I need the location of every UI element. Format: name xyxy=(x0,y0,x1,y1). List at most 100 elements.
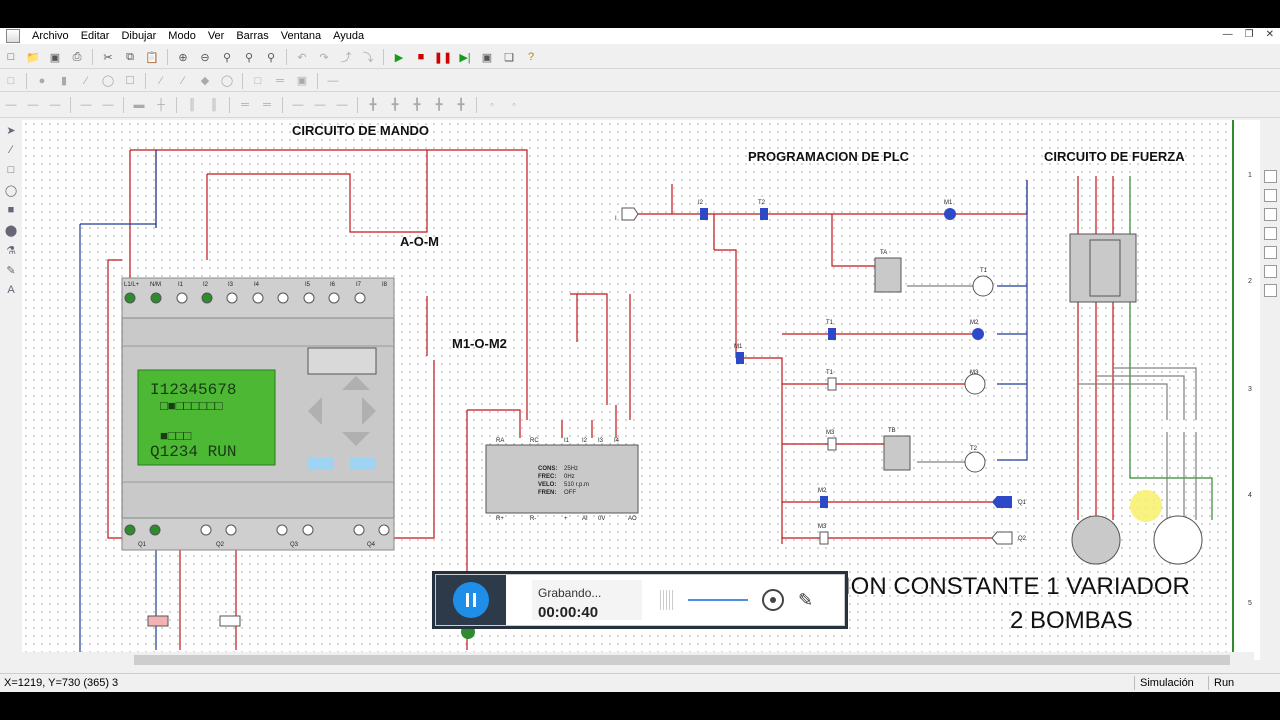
wire-v2-icon[interactable]: ║ xyxy=(204,96,224,114)
tool-block-icon[interactable]: □ xyxy=(248,72,268,90)
tool-fuse-icon[interactable]: ▮ xyxy=(54,72,74,90)
horizontal-scrollbar[interactable] xyxy=(22,652,1254,668)
panel-tool-icon[interactable] xyxy=(1263,170,1277,183)
motor-1-icon[interactable] xyxy=(1071,515,1121,565)
wire-bold-icon[interactable]: ▬ xyxy=(129,96,149,114)
tool-contact-icon[interactable]: ∕ xyxy=(151,72,171,90)
plc-module[interactable]: I12345678 □■□□□□□□ ■□□□ Q1234 RUN xyxy=(121,277,395,551)
copy-icon[interactable]: ⧉ xyxy=(120,48,140,66)
filled-ellipse-icon[interactable]: ⬤ xyxy=(4,224,18,240)
pause-recording-button[interactable] xyxy=(453,582,489,618)
power-circuit[interactable] xyxy=(1069,233,1203,565)
rect-tool-icon[interactable]: □ xyxy=(4,164,18,180)
play-icon[interactable]: ▶ xyxy=(389,48,409,66)
ladder-diagram[interactable]: I I2 T2 M1 TA T1 M1 T1 M2 T1 M3 M3 TB T2… xyxy=(615,200,1027,545)
wire-3-icon[interactable]: — xyxy=(45,96,65,114)
wire-h3-icon[interactable]: — xyxy=(288,96,308,114)
undo-icon[interactable]: ↶ xyxy=(292,48,312,66)
wire-h5-icon[interactable]: — xyxy=(332,96,352,114)
plc-input-terminal[interactable] xyxy=(150,292,162,304)
plc-input-terminal[interactable] xyxy=(201,292,213,304)
zoom-fit-icon[interactable]: ⚲ xyxy=(217,48,237,66)
window-icon[interactable]: ❑ xyxy=(499,48,519,66)
zoom-window-icon[interactable]: ⚲ xyxy=(239,48,259,66)
filled-rect-icon[interactable]: ■ xyxy=(4,204,18,220)
text-tool-icon[interactable]: A xyxy=(4,284,18,300)
plc-input-terminal[interactable] xyxy=(354,292,366,304)
save-icon[interactable]: ▣ xyxy=(45,48,65,66)
coil-k2m-icon[interactable] xyxy=(219,615,241,627)
coil-k1m-icon[interactable] xyxy=(147,615,169,627)
tool-line-icon[interactable]: — xyxy=(323,72,343,90)
open-icon[interactable]: 📁 xyxy=(23,48,43,66)
eyedropper-icon[interactable]: ✎ xyxy=(4,264,18,280)
minimize-icon[interactable]: — xyxy=(1223,29,1233,40)
menu-modo[interactable]: Modo xyxy=(162,30,202,42)
redo-icon[interactable]: ↷ xyxy=(314,48,334,66)
plc-output-terminal[interactable] xyxy=(225,524,237,536)
terminal-2-icon[interactable]: ◦ xyxy=(504,96,524,114)
terminal-1-icon[interactable]: ◦ xyxy=(482,96,502,114)
tool-switch-icon[interactable]: ∕ xyxy=(76,72,96,90)
restore-icon[interactable]: ❐ xyxy=(1245,29,1254,40)
bus-2-icon[interactable]: ╋ xyxy=(385,96,405,114)
plc-input-terminal[interactable] xyxy=(124,292,136,304)
menu-editar[interactable]: Editar xyxy=(75,30,116,42)
wire-node-icon[interactable]: ┼ xyxy=(151,96,171,114)
help-icon[interactable]: ? xyxy=(521,48,541,66)
panel-tool-icon[interactable] xyxy=(1263,246,1277,259)
tool-component-icon[interactable]: □ xyxy=(1,72,21,90)
pointer-icon[interactable]: ➤ xyxy=(4,124,18,140)
motor-2-icon[interactable] xyxy=(1153,515,1203,565)
tool-lamp-icon[interactable]: ● xyxy=(32,72,52,90)
zoom-in-icon[interactable]: ⊕ xyxy=(173,48,193,66)
stop-icon[interactable]: ■ xyxy=(411,48,431,66)
step-icon[interactable]: ▶| xyxy=(455,48,475,66)
panel-tool-icon[interactable] xyxy=(1263,265,1277,278)
panel-tool-icon[interactable] xyxy=(1263,227,1277,240)
panel-tool-icon[interactable] xyxy=(1263,208,1277,221)
menu-dibujar[interactable]: Dibujar xyxy=(115,30,162,42)
terminal-h-icon[interactable] xyxy=(461,625,475,639)
zoom-all-icon[interactable]: ⚲ xyxy=(261,48,281,66)
plc-output-terminal[interactable] xyxy=(302,524,314,536)
plc-input-terminal[interactable] xyxy=(277,292,289,304)
bus-3-icon[interactable]: ╋ xyxy=(407,96,427,114)
zoom-out-icon[interactable]: ⊖ xyxy=(195,48,215,66)
tool-terminal-icon[interactable]: ◯ xyxy=(217,72,237,90)
plc-input-terminal[interactable] xyxy=(328,292,340,304)
plc-input-terminal[interactable] xyxy=(303,292,315,304)
cut-icon[interactable]: ✂ xyxy=(98,48,118,66)
plc-input-terminal[interactable] xyxy=(176,292,188,304)
webcam-icon[interactable] xyxy=(762,589,784,611)
menu-archivo[interactable]: Archivo xyxy=(26,30,75,42)
plc-output-terminal[interactable] xyxy=(353,524,365,536)
wire-4-icon[interactable]: — xyxy=(76,96,96,114)
plc-ok-key[interactable] xyxy=(350,458,376,470)
pause-icon[interactable]: ❚❚ xyxy=(433,48,453,66)
tool-diode-icon[interactable]: ◆ xyxy=(195,72,215,90)
plc-output-terminal[interactable] xyxy=(149,524,161,536)
plc-input-terminal[interactable] xyxy=(226,292,238,304)
fill-bucket-icon[interactable]: ⚗ xyxy=(4,244,18,260)
wire-v1-icon[interactable]: ║ xyxy=(182,96,202,114)
menu-ventana[interactable]: Ventana xyxy=(275,30,327,42)
print-icon[interactable]: ⎙ xyxy=(67,48,87,66)
vertical-scrollbar[interactable] xyxy=(1260,120,1280,660)
menu-ver[interactable]: Ver xyxy=(202,30,231,42)
menu-ayuda[interactable]: Ayuda xyxy=(327,30,370,42)
plc-output-terminal[interactable] xyxy=(124,524,136,536)
frequency-drive[interactable]: RA RC I1 I2 I3 I4 R+ R- + AI 0V AO CONS:… xyxy=(485,438,639,522)
wire-2-icon[interactable]: — xyxy=(23,96,43,114)
app-icon[interactable] xyxy=(6,29,20,43)
monitor-icon[interactable]: ▣ xyxy=(477,48,497,66)
menu-barras[interactable]: Barras xyxy=(230,30,274,42)
tool-nc-icon[interactable]: ∕ xyxy=(173,72,193,90)
wire-1-icon[interactable]: — xyxy=(1,96,21,114)
pen-icon[interactable]: ✎ xyxy=(798,590,813,611)
plc-esc-key[interactable] xyxy=(308,458,334,470)
tool-coil-icon[interactable]: ☐ xyxy=(120,72,140,90)
panel-tool-icon[interactable] xyxy=(1263,284,1277,297)
close-icon[interactable]: ✕ xyxy=(1266,29,1274,40)
paste-icon[interactable]: 📋 xyxy=(142,48,162,66)
